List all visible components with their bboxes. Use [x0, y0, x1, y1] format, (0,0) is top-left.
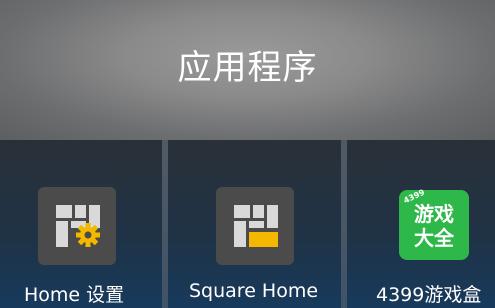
app-grid: Home 设置 Square Home 4399 游戏 大全 4399游戏盒: [0, 140, 495, 308]
app-label: Square Home: [189, 280, 319, 302]
app-label: Home 设置: [24, 284, 125, 306]
4399-game-box-icon: 4399 游戏 大全: [399, 188, 469, 260]
page-title: 应用程序: [177, 48, 318, 88]
app-tile-home-settings[interactable]: Home 设置: [0, 140, 162, 308]
header: 应用程序: [0, 0, 495, 140]
app-label: 4399游戏盒: [376, 284, 482, 306]
home-settings-icon: [38, 187, 116, 265]
square-home-icon: [216, 187, 294, 265]
app-tile-square-home[interactable]: Square Home: [168, 140, 341, 308]
app-tile-4399[interactable]: 4399 游戏 大全 4399游戏盒: [347, 140, 495, 308]
